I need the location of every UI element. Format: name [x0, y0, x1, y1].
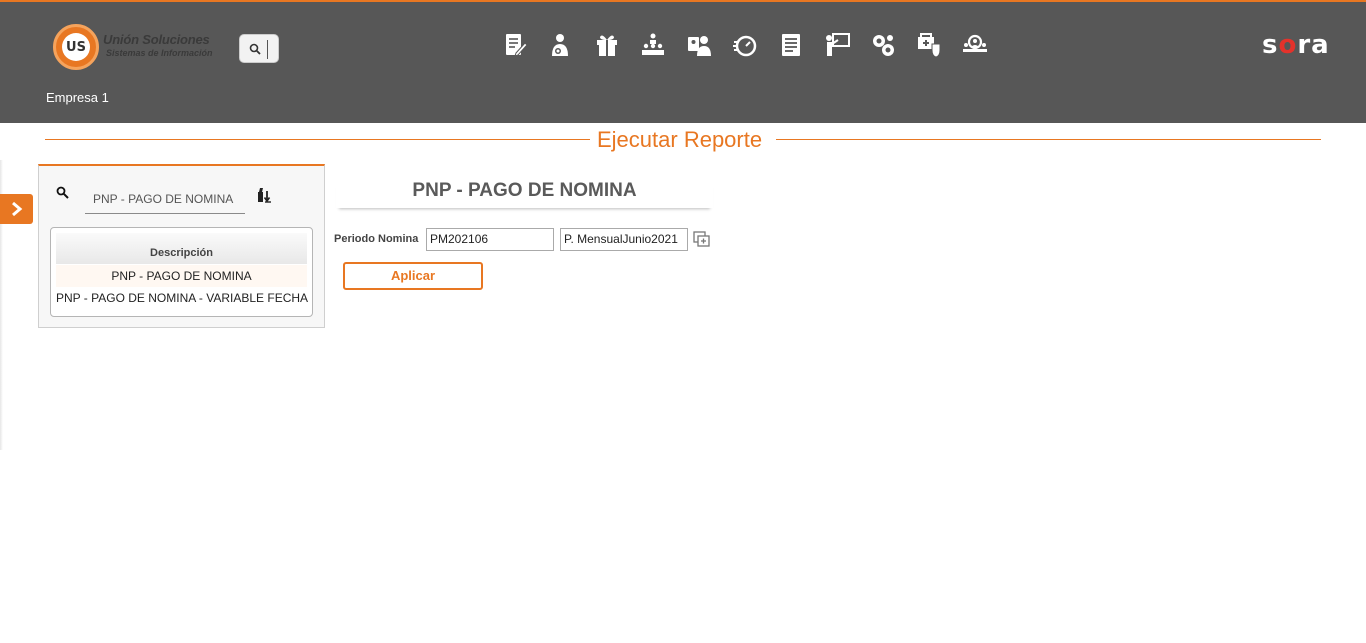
brand-logo[interactable]: sora — [1262, 32, 1330, 58]
title-divider-left — [45, 139, 590, 140]
global-search-button[interactable] — [239, 34, 279, 63]
logo-emblem: US — [53, 24, 99, 70]
report-search-input[interactable] — [85, 184, 245, 214]
presentation-icon[interactable] — [814, 30, 860, 60]
module-nav — [492, 30, 998, 60]
period-code-field[interactable]: PM202106 — [426, 228, 554, 251]
search-icon — [56, 186, 69, 199]
page-title: Ejecutar Reporte — [597, 127, 763, 152]
users-search-icon[interactable] — [952, 30, 998, 60]
gift-icon[interactable] — [584, 30, 630, 60]
id-badge-icon[interactable] — [676, 30, 722, 60]
clear-filter-icon[interactable] — [256, 187, 272, 203]
period-description-field[interactable]: P. MensualJunio2021 — [560, 228, 688, 251]
brand-text-end: ra — [1297, 30, 1330, 60]
lookup-icon[interactable] — [693, 231, 711, 247]
logo-subtitle: Sistemas de Información — [106, 48, 213, 58]
page-title-row: Ejecutar Reporte — [45, 126, 1321, 154]
search-icon — [249, 43, 261, 55]
table-row[interactable]: PNP - PAGO DE NOMINA — [56, 265, 307, 287]
logo-badge: US — [62, 33, 90, 61]
sidebar-toggle-button[interactable] — [0, 194, 33, 224]
gears-icon[interactable] — [860, 30, 906, 60]
report-search-panel: Descripción PNP - PAGO DE NOMINA PNP - P… — [38, 164, 325, 328]
company-logo[interactable]: US Unión Soluciones Sistemas de Informac… — [53, 24, 223, 70]
document-edit-icon[interactable] — [492, 30, 538, 60]
top-header: US Unión Soluciones Sistemas de Informac… — [0, 0, 1366, 123]
brand-text-start: s — [1262, 30, 1279, 60]
org-chart-icon[interactable] — [630, 30, 676, 60]
search-separator — [267, 40, 268, 59]
table-header-description: Descripción — [56, 233, 307, 264]
report-list-icon[interactable] — [768, 30, 814, 60]
table-row[interactable]: PNP - PAGO DE NOMINA - VARIABLE FECHA — [56, 287, 308, 309]
logo-title: Unión Soluciones — [103, 32, 210, 47]
report-results-table: Descripción PNP - PAGO DE NOMINA PNP - P… — [50, 227, 313, 317]
title-divider-right — [776, 139, 1321, 140]
company-name: Empresa 1 — [46, 90, 109, 105]
brand-text-accent: o — [1278, 30, 1298, 60]
period-label: Periodo Nomina — [334, 233, 419, 245]
timer-icon[interactable] — [722, 30, 768, 60]
truck-shield-icon[interactable] — [906, 30, 952, 60]
report-name-heading: PNP - PAGO DE NOMINA — [336, 180, 713, 208]
chevron-right-icon — [11, 201, 22, 217]
apply-button[interactable]: Aplicar — [343, 262, 483, 290]
person-settings-icon[interactable] — [538, 30, 584, 60]
